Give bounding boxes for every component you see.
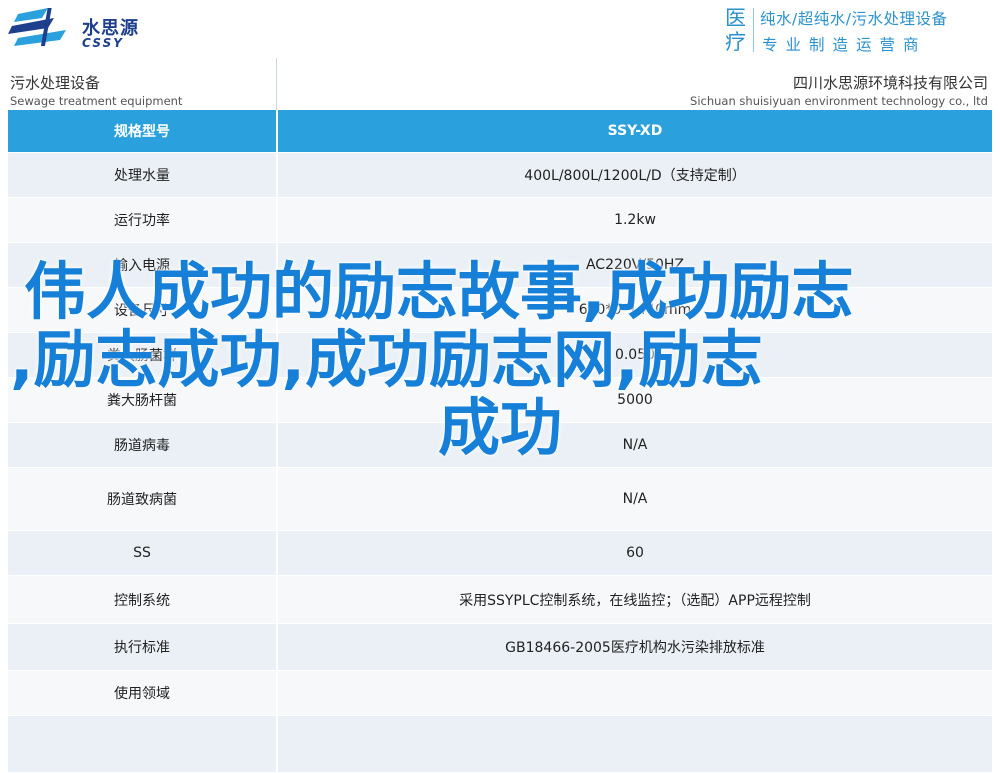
row-label: 设备尺寸 [8,288,278,332]
row-value: N/A [278,468,992,530]
row-value: 0.050 [278,333,992,377]
company-name-en: Sichuan shuisiyuan environment technolog… [690,94,988,108]
slogan-line-2: 专业制造运营商 [762,36,927,54]
row-label: 肠道病毒 [8,423,278,467]
row-label: SS [8,531,278,575]
table-row: 控制系统 采用SSYPLC控制系统，在线监控；（选配）APP远程控制 [8,576,992,624]
row-label: 控制系统 [8,576,278,623]
row-label: 运行功率 [8,198,278,242]
section-title-en: Sewage treatment equipment [10,94,183,108]
table-row: 处理水量 400L/800L/1200L/D（支持定制） [8,153,992,198]
row-value: 600*0*1440mm [278,288,992,332]
row-value: 1.2kw [278,198,992,242]
table-row: 粪大肠杆菌 5000 [8,378,992,423]
header-value: SSY-XD [278,110,992,152]
spec-table: 规格型号 SSY-XD 处理水量 400L/800L/1200L/D（支持定制）… [8,110,992,773]
slogan-divider [753,8,754,52]
row-label: 处理水量 [8,153,278,197]
page-header: 水思源 CSSY 医 疗 纯水/超纯水/污水处理设备 专业制造运营商 [0,0,1000,58]
row-label: 肠道致病菌 [8,468,278,530]
badge-char-2: 疗 [725,30,746,54]
row-value: N/A [278,423,992,467]
row-value [278,671,992,715]
table-row: 使用领域 [8,671,992,716]
table-header-row: 规格型号 SSY-XD [8,110,992,153]
row-value: 60 [278,531,992,575]
row-label [8,716,278,772]
table-row: 肠道病毒 N/A [8,423,992,468]
table-row: SS 60 [8,531,992,576]
section-divider [276,58,277,110]
badge-char-1: 医 [725,6,746,30]
row-value: AC220V/50HZ [278,243,992,287]
header-label: 规格型号 [8,110,278,152]
header-slogan: 医 疗 纯水/超纯水/污水处理设备 专业制造运营商 [720,4,998,54]
table-row: 设备尺寸 600*0*1440mm [8,288,992,333]
row-value: GB18466-2005医疗机构水污染排放标准 [278,624,992,670]
row-label: 输入电源 [8,243,278,287]
row-value: 5000 [278,378,992,422]
row-label: 执行标准 [8,624,278,670]
brand-name-en: CSSY [82,36,124,50]
slogan-line-1: 纯水/超纯水/污水处理设备 [760,10,948,28]
row-label: 粪大肠菌群 [8,333,278,377]
brand-logo[interactable]: 水思源 CSSY [8,6,158,54]
table-row: 运行功率 1.2kw [8,198,992,243]
section-header: 污水处理设备 Sewage treatment equipment 四川水思源环… [0,58,1000,110]
table-row: 粪大肠菌群 0.050 [8,333,992,378]
section-title-cn: 污水处理设备 [10,74,101,92]
table-row: 肠道致病菌 N/A [8,468,992,531]
row-value: 采用SSYPLC控制系统，在线监控；（选配）APP远程控制 [278,576,992,623]
company-name-cn: 四川水思源环境科技有限公司 [792,74,988,92]
row-value: 400L/800L/1200L/D（支持定制） [278,153,992,197]
row-value [278,716,992,772]
table-row: 执行标准 GB18466-2005医疗机构水污染排放标准 [8,624,992,671]
row-label: 使用领域 [8,671,278,715]
table-row [8,716,992,773]
row-label: 粪大肠杆菌 [8,378,278,422]
water-wave-icon [8,8,66,46]
table-row: 输入电源 AC220V/50HZ [8,243,992,288]
